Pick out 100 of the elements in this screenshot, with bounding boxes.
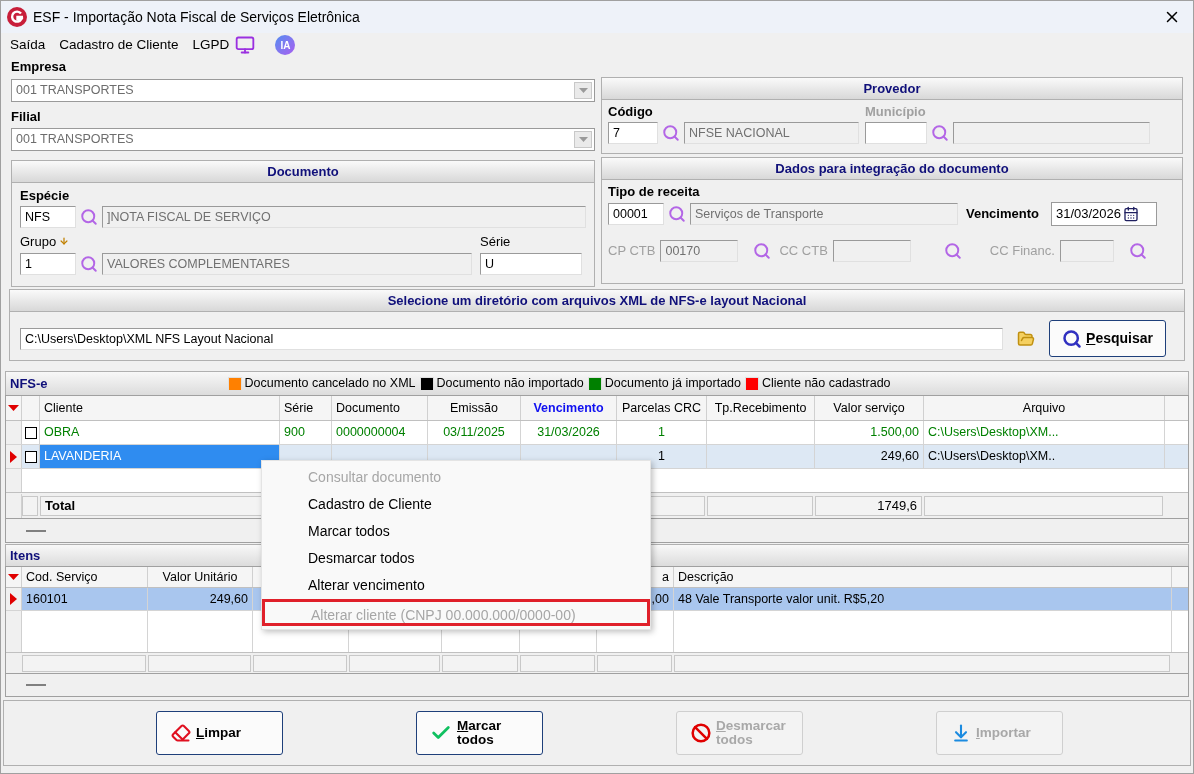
table-cell: 48 Vale Transporte valor unit. R$5,20 xyxy=(678,592,885,606)
column-header[interactable]: a xyxy=(662,570,669,584)
search-icon[interactable] xyxy=(668,204,686,223)
input-field[interactable]: ]NOTA FISCAL DE SERVIÇO xyxy=(102,205,586,228)
menu-item[interactable]: Saída xyxy=(10,34,46,56)
column-header[interactable]: Valor serviço xyxy=(815,396,924,420)
table-cell: 1 xyxy=(658,449,665,463)
field-label: Tipo de receita xyxy=(608,183,701,201)
menu-item[interactable]: Marcar todos xyxy=(262,518,650,545)
table-cell: 900 xyxy=(284,425,305,439)
action-button[interactable]: Limpar xyxy=(156,711,283,755)
window-title: ESF - Importação Nota Fiscal de Serviços Eletrônica xyxy=(33,7,360,27)
input-field[interactable]: 7 xyxy=(608,121,658,144)
search-icon[interactable] xyxy=(80,207,98,226)
field-label: Empresa xyxy=(11,58,67,76)
arrow-down-icon xyxy=(59,236,70,247)
row-pointer-icon xyxy=(10,450,17,463)
column-header[interactable]: Descrição xyxy=(678,570,734,584)
field-label: Espécie xyxy=(20,187,71,205)
splitter-handle[interactable] xyxy=(26,684,46,686)
column-header[interactable]: Tp.Recebimento xyxy=(707,396,815,420)
search-icon[interactable] xyxy=(1128,241,1147,260)
column-header[interactable]: Parcelas CRC xyxy=(617,396,707,420)
table-cell: ,00 xyxy=(651,592,669,606)
panel-header: Dados para integração do documento xyxy=(602,158,1182,180)
table-cell: C:\Users\Desktop\XM... xyxy=(928,425,1059,439)
search-icon[interactable] xyxy=(80,255,98,273)
field-label: Série xyxy=(480,232,512,251)
splitter-handle[interactable] xyxy=(26,529,46,532)
sort-arrow-icon xyxy=(8,574,19,580)
calendar-icon[interactable] xyxy=(1123,205,1140,222)
field-label: Município xyxy=(865,103,927,121)
table-cell: C:\Users\Desktop\XM.. xyxy=(928,449,1056,463)
table-row[interactable]: OBRA 900 0000000004 03/11/2025 31/03/2026 1 1.500,00 C:\Users\Desktop\XM... xyxy=(6,421,1188,445)
field-label: Filial xyxy=(11,107,42,126)
column-header[interactable]: Série xyxy=(280,396,332,420)
checkbox[interactable] xyxy=(24,426,37,439)
path-field[interactable]: C:\Users\Desktop\XML NFS Layout Nacional xyxy=(20,327,1003,350)
legend-label: Cliente não cadastrado xyxy=(762,375,891,393)
column-header[interactable]: Documento xyxy=(332,396,428,420)
menu-item[interactable]: Desmarcar todos xyxy=(262,545,650,572)
column-header[interactable]: Cliente xyxy=(40,396,280,420)
field-label: Código xyxy=(608,103,654,121)
field-label: Vencimento xyxy=(966,204,1039,223)
input-field[interactable]: VALORES COMPLEMENTARES xyxy=(102,253,472,275)
column-header[interactable]: Arquivo xyxy=(924,396,1165,420)
column-header[interactable]: Valor Unitário xyxy=(162,570,238,584)
dropdown[interactable]: 001 TRANSPORTES xyxy=(11,128,595,151)
input-field[interactable] xyxy=(832,239,911,262)
menu-item[interactable]: Cadastro de Cliente xyxy=(59,34,179,56)
input-field[interactable] xyxy=(1059,239,1114,262)
row-pointer-icon xyxy=(10,593,17,605)
total-label: Total xyxy=(45,497,76,513)
input-field[interactable]: U xyxy=(480,253,582,275)
field-label: Grupo xyxy=(20,232,57,251)
total-value: 1749,6 xyxy=(876,496,917,515)
search-button[interactable]: Pesquisar xyxy=(1049,320,1166,357)
table-cell: LAVANDERIA xyxy=(44,449,122,463)
input-field[interactable] xyxy=(953,121,1150,144)
table-cell: OBRA xyxy=(44,425,80,439)
legend-label: Documento cancelado no XML xyxy=(244,375,416,393)
search-icon[interactable] xyxy=(662,123,680,142)
no-entry-icon xyxy=(691,723,711,743)
monitor-icon[interactable] xyxy=(235,35,256,55)
legend-label: Documento já importado xyxy=(604,375,741,393)
eraser-icon xyxy=(171,723,191,743)
table-cell: 249,60 xyxy=(880,449,919,463)
ai-badge[interactable]: IA xyxy=(275,35,296,55)
legend-label: Documento não importado xyxy=(436,375,584,393)
input-field[interactable]: Serviços de Transporte xyxy=(690,202,958,225)
municipio-field[interactable] xyxy=(865,121,927,144)
app-logo-icon xyxy=(7,7,27,27)
search-icon[interactable] xyxy=(943,241,962,260)
folder-icon[interactable] xyxy=(1017,329,1035,348)
dropdown[interactable]: 001 TRANSPORTES xyxy=(11,78,595,102)
date-field[interactable]: 31/03/2026 xyxy=(1050,201,1157,226)
search-icon[interactable] xyxy=(753,241,772,260)
table-cell: 160101 xyxy=(26,592,68,606)
action-button[interactable]: Marcar todos xyxy=(416,711,543,755)
section-title: NFS-e xyxy=(10,374,48,393)
search-icon[interactable] xyxy=(931,123,949,142)
table-cell: 1 xyxy=(658,425,665,439)
field-label: CC CTB xyxy=(779,241,828,260)
column-header[interactable]: Emissão xyxy=(428,396,521,420)
section-title: Itens xyxy=(10,546,41,565)
input-field[interactable]: 00001 xyxy=(608,202,664,225)
table-cell: 0000000004 xyxy=(336,425,406,439)
panel-header: Provedor xyxy=(602,78,1182,100)
checkbox[interactable] xyxy=(24,450,37,463)
menu-item[interactable]: Cadastro de Cliente xyxy=(262,491,650,518)
column-header[interactable]: Cod. Serviço xyxy=(26,570,98,584)
input-field[interactable]: NFS xyxy=(20,205,76,228)
download-icon xyxy=(951,723,971,743)
menu-item[interactable]: LGPD xyxy=(192,34,230,56)
input-field[interactable]: 1 xyxy=(20,253,76,275)
field-label: CP CTB xyxy=(608,241,656,260)
column-header[interactable]: Vencimento xyxy=(521,396,617,420)
input-field[interactable]: NFSE NACIONAL xyxy=(684,121,859,144)
panel-header: Selecione um diretório com arquivos XML de NFS-e layout Nacional xyxy=(10,290,1184,312)
field-label: CC Financ. xyxy=(989,241,1055,260)
